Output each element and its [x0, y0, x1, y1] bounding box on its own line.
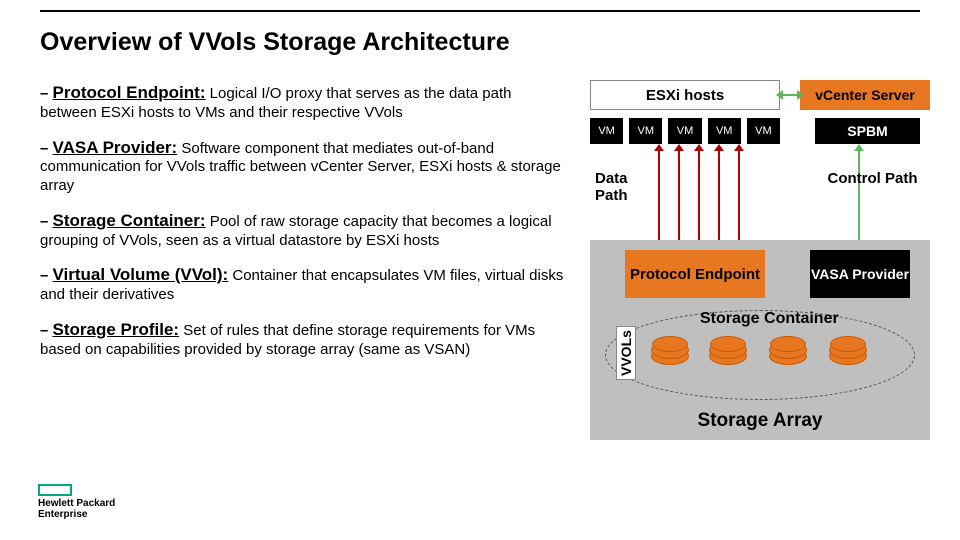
storage-array-label: Storage Array — [590, 410, 930, 432]
def-protocol-endpoint: – Protocol Endpoint: Logical I/O proxy t… — [40, 82, 570, 123]
data-path-arrow — [718, 150, 720, 244]
control-path-label: Control Path — [815, 170, 930, 187]
def-virtual-volume: – Virtual Volume (VVol): Container that … — [40, 264, 570, 305]
protocol-endpoint-box: Protocol Endpoint — [625, 250, 765, 298]
data-path-arrow — [678, 150, 680, 244]
vasa-provider-box: VASA Provider — [810, 250, 910, 298]
vvol-disk-icon — [830, 336, 866, 352]
vm-row: VM VM VM VM VM — [590, 118, 780, 144]
def-storage-profile: – Storage Profile: Set of rules that def… — [40, 319, 570, 360]
data-path-arrow — [738, 150, 740, 244]
vvol-disk-icon — [710, 336, 746, 352]
data-path-arrow — [658, 150, 660, 244]
vm-box: VM — [668, 118, 701, 144]
top-rule — [40, 10, 920, 12]
hpe-logo: Hewlett Packard Enterprise — [38, 484, 115, 520]
vvol-disk-icon — [652, 336, 688, 352]
vm-box: VM — [590, 118, 623, 144]
esxi-hosts-box: ESXi hosts — [590, 80, 780, 110]
hpe-logo-line1: Hewlett Packard — [38, 499, 115, 510]
vcenter-box: vCenter Server — [800, 80, 930, 110]
control-path-arrow — [782, 94, 798, 96]
vm-box: VM — [629, 118, 662, 144]
definitions-list: – Protocol Endpoint: Logical I/O proxy t… — [40, 82, 570, 373]
def-vasa-provider: – VASA Provider: Software component that… — [40, 137, 570, 196]
data-path-arrow — [698, 150, 700, 244]
data-path-label: Data Path — [595, 170, 650, 204]
vm-box: VM — [747, 118, 780, 144]
vm-box: VM — [708, 118, 741, 144]
def-storage-container: – Storage Container: Pool of raw storage… — [40, 210, 570, 251]
storage-area: Protocol Endpoint VASA Provider Storage … — [590, 240, 930, 440]
hpe-logo-bar-icon — [38, 484, 72, 496]
spbm-box: SPBM — [815, 118, 920, 144]
vvols-label: VVOLs — [616, 326, 636, 380]
storage-container-label: Storage Container — [700, 310, 839, 328]
control-path-arrow — [858, 150, 860, 244]
architecture-diagram: ESXi hosts vCenter Server SPBM VM VM VM … — [590, 80, 930, 470]
hpe-logo-line2: Enterprise — [38, 510, 115, 521]
page-title: Overview of VVols Storage Architecture — [40, 28, 510, 57]
vvol-disk-icon — [770, 336, 806, 352]
